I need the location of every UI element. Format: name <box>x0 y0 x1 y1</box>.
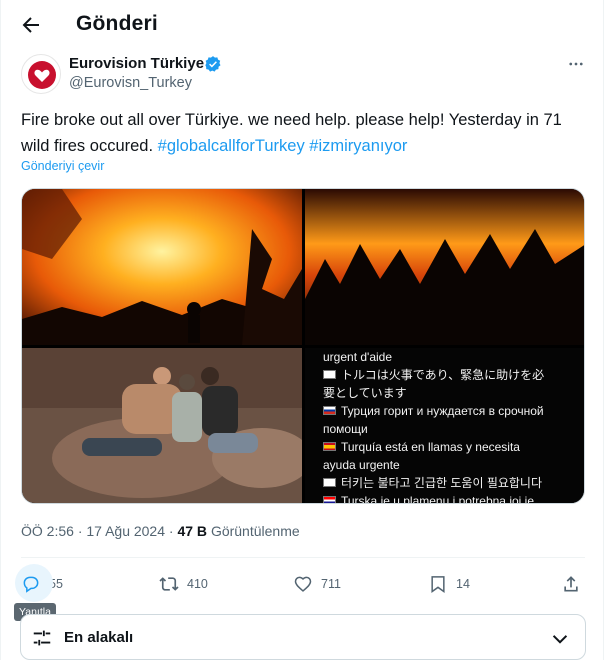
views-count: 47 B <box>177 523 208 539</box>
avatar-logo <box>28 61 56 89</box>
caption-line: помощи <box>323 422 368 436</box>
caption-line: 要としています <box>323 386 407 400</box>
caption-text: Турция горит и нуждается в срочной <box>341 404 544 418</box>
caption-line: 터키는 불타고 긴급한 도움이 필요합니다 <box>323 474 583 492</box>
tweet-date[interactable]: 17 Ağu 2024 <box>86 523 165 539</box>
like-button[interactable]: 711 <box>293 566 341 602</box>
tweet-detail-page: Gönderi Eurovision Türkiye @Eurovisn_Tur… <box>0 0 604 660</box>
fire-photo-1[interactable] <box>22 189 302 345</box>
like-count: 711 <box>321 577 341 591</box>
retweet-count: 410 <box>187 577 208 591</box>
retweet-button[interactable]: 410 <box>159 566 208 602</box>
share-button[interactable] <box>561 566 581 602</box>
author-name[interactable]: Eurovision Türkiye <box>69 55 204 72</box>
flag-spain-icon <box>323 442 336 451</box>
meta-separator: · <box>168 523 174 539</box>
reply-bubble-icon <box>23 576 39 593</box>
retweet-icon <box>159 577 179 591</box>
caption-list: urgent d'aide トルコは火事であり、緊急に助けを必 要としています … <box>323 348 583 504</box>
verified-badge-icon <box>205 56 221 72</box>
page-title: Gönderi <box>76 12 158 35</box>
tweet-meta: ÖÖ 2:56 · 17 Ağu 2024 · 47 B Görüntülenm… <box>21 523 300 539</box>
flag-korea-icon <box>323 478 336 487</box>
avatar[interactable] <box>21 54 61 94</box>
action-bar: 55 410 711 14 <box>15 564 585 602</box>
flag-croatia-icon <box>323 496 336 503</box>
hashtag-link[interactable]: #izmiryanıyor <box>309 137 407 155</box>
tweet-text: Fire broke out all over Türkiye. we need… <box>21 107 591 159</box>
reply-sort-dropdown[interactable]: En alakalı <box>20 614 586 660</box>
caption-line: Turska je u plamenu i potrebna joj je <box>323 492 583 504</box>
sort-label: En alakalı <box>64 629 134 646</box>
tweet-time[interactable]: ÖÖ 2:56 <box>21 523 74 539</box>
bookmark-count: 14 <box>456 577 470 591</box>
caption-line: Turquía está en llamas y necesita <box>323 438 583 456</box>
reply-button[interactable]: 55 <box>15 564 63 602</box>
arrow-left-icon[interactable] <box>19 13 43 37</box>
views-label: Görüntülenme <box>210 523 300 539</box>
share-icon <box>564 576 578 592</box>
caption-line: urgent d'aide <box>323 350 393 364</box>
caption-text: Turquía está en llamas y necesita <box>341 440 520 454</box>
sliders-icon <box>33 630 51 646</box>
caption-line: Турция горит и нуждается в срочной <box>323 402 583 420</box>
rescue-photo[interactable] <box>22 348 302 503</box>
caption-text: トルコは火事であり、緊急に助けを必 <box>341 368 545 382</box>
bookmark-button[interactable]: 14 <box>428 566 470 602</box>
caption-line: トルコは火事であり、緊急に助けを必 <box>323 366 583 384</box>
flag-japan-icon <box>323 370 336 379</box>
divider <box>21 557 585 558</box>
bookmark-icon <box>431 576 445 593</box>
more-dots-icon[interactable] <box>567 55 585 73</box>
flag-russia-icon <box>323 406 336 415</box>
translate-link[interactable]: Gönderiyi çevir <box>21 159 104 173</box>
page-header: Gönderi <box>1 0 604 50</box>
caption-line: ayuda urgente <box>323 458 400 472</box>
caption-text: Turska je u plamenu i potrebna joj je <box>341 494 534 504</box>
chevron-down-icon <box>552 635 568 644</box>
hashtag-link[interactable]: #globalcallforTurkey <box>158 137 305 155</box>
author-handle[interactable]: @Eurovisn_Turkey <box>69 75 192 91</box>
media-grid: urgent d'aide トルコは火事であり、緊急に助けを必 要としています … <box>21 188 585 504</box>
caption-text: 터키는 불타고 긴급한 도움이 필요합니다 <box>341 476 543 490</box>
heart-icon <box>294 576 312 592</box>
help-messages-image[interactable]: urgent d'aide トルコは火事であり、緊急に助けを必 要としています … <box>305 348 584 504</box>
meta-separator: · <box>77 523 83 539</box>
fire-photo-2[interactable] <box>305 189 584 345</box>
